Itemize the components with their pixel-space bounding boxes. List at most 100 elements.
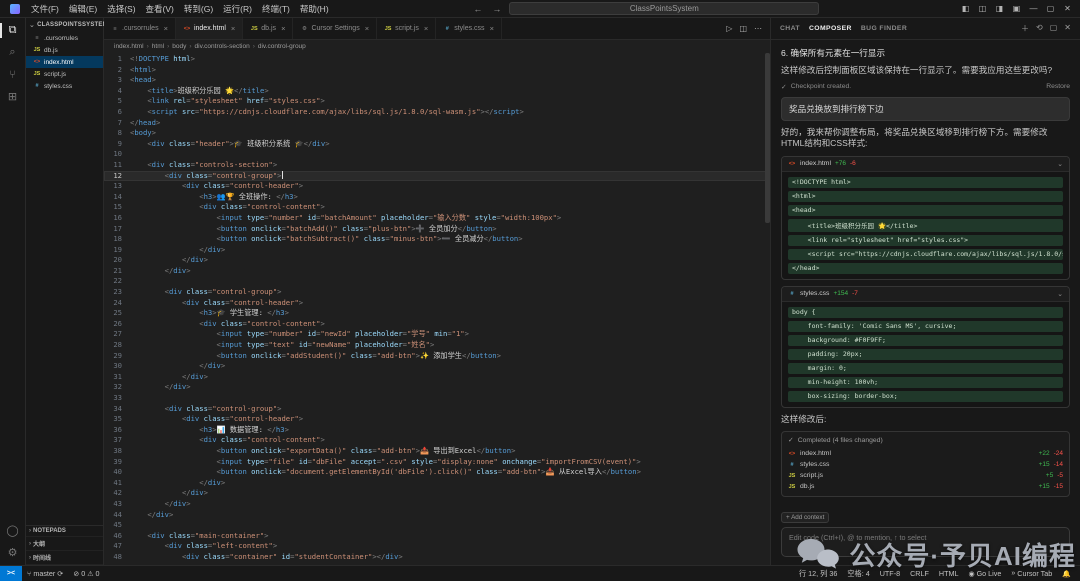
open-editor-icon[interactable]: ▢	[1050, 23, 1058, 34]
chevron-down-icon[interactable]: ⌄	[1057, 160, 1063, 168]
changed-file-row[interactable]: <>index.html+22-24	[788, 448, 1063, 459]
maximize-icon[interactable]: ▢	[1042, 4, 1059, 13]
code-line: 18 <button onclick="batchSubtract()" cla…	[104, 234, 770, 245]
tab-label: styles.css	[454, 25, 484, 32]
extensions-icon[interactable]: ⊞	[0, 87, 25, 106]
search-icon[interactable]: ⌕	[0, 43, 25, 62]
line-number: 42	[104, 488, 130, 499]
wechat-icon	[797, 537, 841, 573]
toggle-panel-icon[interactable]: ◫	[974, 4, 991, 13]
diff-header: #styles.css+154-7⌄	[782, 287, 1069, 302]
section-label: NOTEPADS	[33, 528, 66, 534]
forward-icon[interactable]: →	[490, 4, 503, 14]
ai-tab[interactable]: BUG FINDER	[861, 25, 907, 32]
breadcrumb-item[interactable]: div.controls-section	[195, 43, 250, 50]
file-item[interactable]: #styles.css	[26, 80, 103, 92]
source-control-icon[interactable]: ⑂	[0, 65, 25, 84]
remote-indicator[interactable]: ><	[0, 566, 22, 581]
new-chat-icon[interactable]: ＋	[1021, 23, 1029, 34]
tab-list: ≡.cursorrules×<>index.html×JSdb.js×⚙Curs…	[104, 18, 502, 39]
changed-files: <>index.html+22-24#styles.css+15-14JSscr…	[788, 448, 1063, 492]
menu-bar: 文件(F)编辑(E)选择(S)查看(V)转到(G)运行(R)终端(T)帮助(H)	[26, 3, 334, 15]
scrollbar-thumb[interactable]	[765, 53, 770, 223]
changed-file-row[interactable]: #styles.css+15-14	[788, 459, 1063, 470]
code-line: 19 </div>	[104, 245, 770, 256]
menu-item[interactable]: 终端(T)	[257, 3, 295, 15]
run-icon[interactable]: ▷	[726, 24, 732, 33]
chevron-right-icon: ›	[29, 528, 31, 534]
file-item[interactable]: <>index.html	[26, 56, 103, 68]
changed-file-row[interactable]: JSdb.js+15-15	[788, 481, 1063, 492]
close-icon[interactable]: ×	[281, 24, 285, 33]
editor-tab[interactable]: JSscript.js×	[377, 18, 436, 39]
editor-tab[interactable]: <>index.html×	[176, 18, 243, 39]
ai-tab[interactable]: CHAT	[780, 25, 800, 32]
add-context-button[interactable]: + Add context	[781, 512, 829, 523]
back-icon[interactable]: ←	[471, 4, 484, 14]
split-editor-icon[interactable]: ◫	[739, 24, 747, 33]
breadcrumb-item[interactable]: html	[152, 43, 164, 50]
assistant-list-item: 6. 确保所有元素在一行显示	[781, 47, 1070, 59]
breadcrumb-item[interactable]: body	[172, 43, 186, 50]
code-line: 8<body>	[104, 128, 770, 139]
file-item[interactable]: JSdb.js	[26, 44, 103, 56]
toggle-secondary-sidebar-icon[interactable]: ◨	[991, 4, 1008, 13]
sidebar-section[interactable]: ›大纲	[26, 537, 103, 551]
breadcrumb-item[interactable]: div.control-group	[258, 43, 306, 50]
sidebar-section[interactable]: ›时间线	[26, 551, 103, 565]
chevron-down-icon[interactable]: ⌄	[1057, 290, 1063, 298]
editor-tab[interactable]: ⚙Cursor Settings×	[293, 18, 377, 39]
account-icon[interactable]: ◯	[0, 521, 25, 540]
sidebar-section[interactable]: ›NOTEPADS	[26, 526, 103, 537]
diff-block-styles-css[interactable]: #styles.css+154-7⌄body { font-family: 'C…	[781, 286, 1070, 408]
close-icon[interactable]: ×	[231, 24, 235, 33]
explorer-icon[interactable]: ⧉	[0, 21, 25, 40]
editor-tab[interactable]: ≡.cursorrules×	[104, 18, 176, 39]
minimize-icon[interactable]: —	[1025, 4, 1042, 13]
branch-icon: ⑂	[27, 569, 31, 578]
restore-button[interactable]: Restore	[1046, 83, 1070, 90]
code-line: 9 <div class="header">🎓 班级积分系统 🎓</div>	[104, 139, 770, 150]
more-actions-icon[interactable]: ⋯	[754, 24, 762, 33]
breadcrumb-item[interactable]: index.html	[114, 43, 144, 50]
close-icon[interactable]: ×	[490, 24, 494, 33]
problems-indicator[interactable]: ⊘ 0 ⚠ 0	[68, 569, 104, 578]
check-icon: ✓	[788, 436, 794, 444]
diff-added-line: padding: 20px;	[788, 349, 1063, 360]
file-item[interactable]: ≡.cursorrules	[26, 32, 103, 44]
customize-layout-icon[interactable]: ▣	[1008, 4, 1025, 13]
editor-scrollbar[interactable]	[765, 53, 770, 565]
close-icon[interactable]: ×	[365, 24, 369, 33]
file-item[interactable]: JSscript.js	[26, 68, 103, 80]
project-root[interactable]: ⌄ CLASSPOINTSSYSTEM	[26, 18, 103, 32]
close-icon[interactable]: ×	[424, 24, 428, 33]
toggle-primary-sidebar-icon[interactable]: ◧	[957, 4, 974, 13]
menu-item[interactable]: 帮助(H)	[295, 3, 334, 15]
editor-tab[interactable]: JSdb.js×	[243, 18, 293, 39]
changed-file-row[interactable]: JSscript.js+5-5	[788, 470, 1063, 481]
git-branch[interactable]: ⑂ master ⟳	[22, 569, 68, 578]
settings-gear-icon[interactable]: ⚙	[0, 543, 25, 562]
line-number: 22	[104, 276, 130, 287]
js-icon: JS	[384, 26, 392, 32]
code-editor[interactable]: 1<!DOCTYPE html>2<html>3<head>4 <title>班…	[104, 53, 770, 565]
close-icon[interactable]: ×	[164, 24, 168, 33]
close-panel-icon[interactable]: ✕	[1064, 23, 1071, 34]
history-icon[interactable]: ⟲	[1036, 23, 1043, 34]
menu-item[interactable]: 编辑(E)	[64, 3, 102, 15]
completed-box: ✓ Completed (4 files changed) <>index.ht…	[781, 431, 1070, 497]
menu-item[interactable]: 转到(G)	[179, 3, 218, 15]
ai-tab[interactable]: COMPOSER	[809, 25, 852, 32]
menu-item[interactable]: 文件(F)	[26, 3, 64, 15]
diff-block-index-html[interactable]: <>index.html+76-6⌄<!DOCTYPE html><html><…	[781, 156, 1070, 280]
code-line: 47 <div class="left-content">	[104, 541, 770, 552]
project-search-box[interactable]: ClassPointsSystem	[509, 2, 819, 15]
close-icon[interactable]: ✕	[1059, 4, 1076, 13]
editor-tab[interactable]: #styles.css×	[436, 18, 502, 39]
menu-item[interactable]: 选择(S)	[102, 3, 140, 15]
css-icon: #	[788, 462, 796, 468]
code-line: 2<html>	[104, 65, 770, 76]
menu-item[interactable]: 运行(R)	[218, 3, 257, 15]
line-number: 31	[104, 372, 130, 383]
menu-item[interactable]: 查看(V)	[141, 3, 179, 15]
